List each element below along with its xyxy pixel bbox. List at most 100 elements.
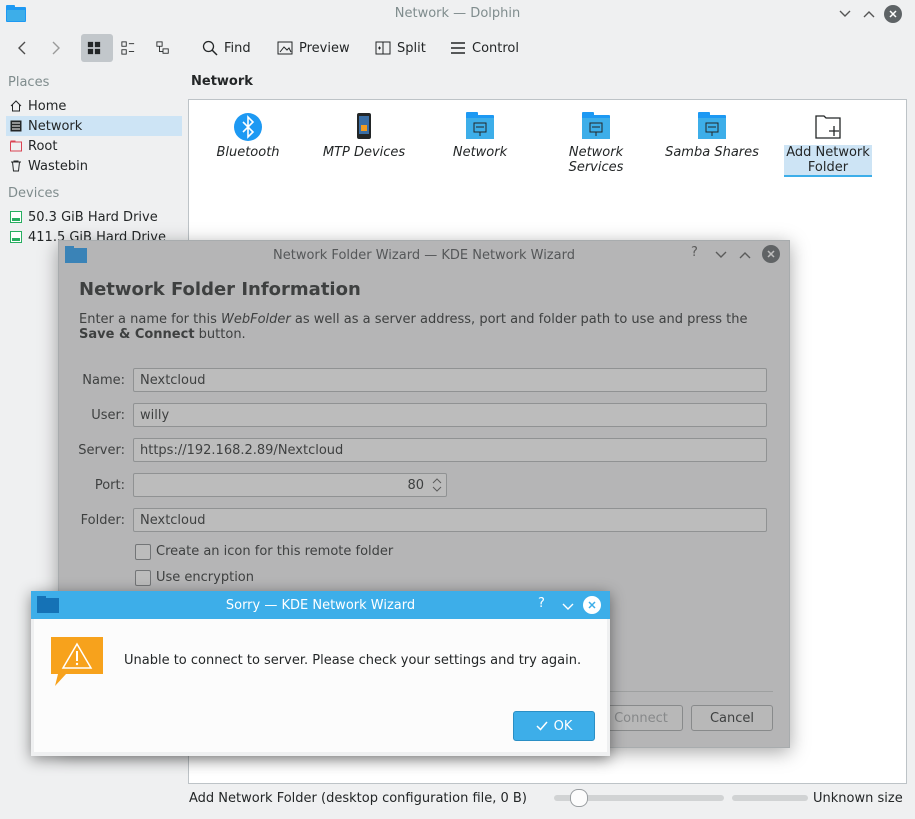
details-view-button[interactable] xyxy=(150,34,182,62)
status-text: Add Network Folder (desktop configuratio… xyxy=(189,791,527,806)
close-button[interactable] xyxy=(884,5,902,23)
toolbar: Find Preview Split Control xyxy=(0,30,915,66)
file-item-label: Add Network Folder xyxy=(784,145,872,177)
window-title: Network — Dolphin xyxy=(394,6,521,21)
close-icon xyxy=(889,10,897,18)
cancel-button[interactable]: Cancel xyxy=(691,705,773,731)
wizard-app-icon xyxy=(65,246,87,268)
network-icon xyxy=(10,120,22,132)
connect-button[interactable]: Connect xyxy=(599,705,683,731)
file-item-bluetooth[interactable]: Bluetooth xyxy=(193,112,303,160)
wizard-titlebar: Network Folder Wizard — KDE Network Wiza… xyxy=(59,241,789,269)
split-icon xyxy=(375,41,391,55)
preview-button[interactable]: Preview xyxy=(271,34,356,62)
main-titlebar: Network — Dolphin xyxy=(0,0,915,28)
status-bar: Add Network Folder (desktop configuratio… xyxy=(0,786,915,814)
wizard-maximize-button[interactable] xyxy=(739,248,751,263)
chevron-left-icon xyxy=(18,41,26,55)
preview-label: Preview xyxy=(299,40,350,56)
ok-label: OK xyxy=(553,718,573,734)
icons-view-icon xyxy=(87,41,101,55)
checkmark-icon xyxy=(536,721,548,731)
error-help-button[interactable]: ? xyxy=(538,596,545,611)
back-button[interactable] xyxy=(10,34,40,62)
wizard-close-button[interactable] xyxy=(762,245,780,263)
file-item-network-services[interactable]: Network Services xyxy=(541,112,651,175)
create-icon-checkbox[interactable] xyxy=(135,544,151,560)
network-folder-icon xyxy=(582,112,610,139)
sidebar-item-drive-1[interactable]: 50.3 GiB Hard Drive xyxy=(6,207,182,227)
error-close-button[interactable] xyxy=(583,596,601,614)
sidebar-item-label: Home xyxy=(28,98,67,114)
bluetooth-icon xyxy=(234,113,262,141)
error-dialog-app-icon xyxy=(37,596,59,618)
file-item-add-network-folder[interactable]: Add Network Folder xyxy=(773,112,883,177)
hard-drive-icon xyxy=(10,211,22,223)
sidebar-item-label: Root xyxy=(28,138,58,154)
file-item-label: Network xyxy=(452,145,508,160)
error-minimize-button[interactable] xyxy=(562,600,574,615)
maximize-button[interactable] xyxy=(860,5,878,23)
compact-view-icon xyxy=(121,41,135,55)
user-field[interactable]: willy xyxy=(133,403,767,427)
name-label: Name: xyxy=(82,373,125,388)
wizard-help-button[interactable]: ? xyxy=(691,245,698,260)
network-folder-icon xyxy=(698,112,726,139)
location-label: Network xyxy=(191,74,253,89)
trash-icon xyxy=(11,160,21,172)
port-spinbox[interactable]: 80 xyxy=(133,473,447,497)
sidebar-item-home[interactable]: Home xyxy=(6,96,182,116)
wizard-description: Enter a name for this WebFolder as well … xyxy=(79,312,748,342)
error-dialog: Sorry — KDE Network Wizard ? Unable to c… xyxy=(31,591,610,756)
minimize-button[interactable] xyxy=(836,5,854,23)
hard-drive-icon xyxy=(10,231,22,243)
root-folder-icon xyxy=(10,140,22,152)
spinbox-arrows-icon xyxy=(432,478,442,492)
file-item-label: Samba Shares xyxy=(665,145,759,160)
encryption-checkbox[interactable] xyxy=(135,570,151,586)
server-field[interactable]: https://192.168.2.89/Nextcloud xyxy=(133,438,767,462)
sidebar-item-wastebin[interactable]: Wastebin xyxy=(6,156,182,176)
name-field[interactable]: Nextcloud xyxy=(133,368,767,392)
error-dialog-title: Sorry — KDE Network Wizard xyxy=(225,597,416,613)
file-item-samba-shares[interactable]: Samba Shares xyxy=(657,112,767,160)
file-item-label: Network Services xyxy=(568,145,624,175)
zoom-slider-handle[interactable] xyxy=(570,789,588,807)
menu-icon xyxy=(451,42,465,54)
control-button[interactable]: Control xyxy=(444,34,525,62)
find-button[interactable]: Find xyxy=(196,34,257,62)
wizard-minimize-button[interactable] xyxy=(715,248,727,263)
compact-view-button[interactable] xyxy=(115,34,147,62)
user-label: User: xyxy=(91,408,125,423)
file-item-mtp-devices[interactable]: MTP Devices xyxy=(309,112,419,160)
split-button[interactable]: Split xyxy=(369,34,432,62)
space-info-bar xyxy=(732,795,808,801)
zoom-slider[interactable] xyxy=(554,789,724,807)
error-dialog-titlebar: Sorry — KDE Network Wizard xyxy=(31,591,610,619)
sidebar-item-network[interactable]: Network xyxy=(6,116,182,136)
add-folder-icon xyxy=(815,115,841,139)
sidebar-item-root[interactable]: Root xyxy=(6,136,182,156)
sidebar-item-label: Network xyxy=(28,118,83,134)
wizard-heading: Network Folder Information xyxy=(79,279,361,300)
sidebar-item-label: 50.3 GiB Hard Drive xyxy=(28,209,158,225)
control-label: Control xyxy=(472,40,519,56)
network-folder-icon xyxy=(466,112,494,139)
split-label: Split xyxy=(397,40,426,56)
forward-button[interactable] xyxy=(44,34,74,62)
search-icon xyxy=(202,40,218,56)
folder-field[interactable]: Nextcloud xyxy=(133,508,767,532)
home-icon xyxy=(10,100,22,112)
error-message: Unable to connect to server. Please chec… xyxy=(124,653,582,668)
icons-view-button[interactable] xyxy=(81,34,113,62)
server-label: Server: xyxy=(78,443,125,458)
close-icon xyxy=(767,250,775,258)
ok-button[interactable]: OK xyxy=(513,711,595,741)
details-view-icon xyxy=(156,41,169,54)
file-item-label: Bluetooth xyxy=(216,145,280,160)
space-info-text: Unknown size xyxy=(813,791,903,806)
close-icon xyxy=(588,601,596,609)
file-item-network[interactable]: Network xyxy=(425,112,535,160)
mtp-device-icon xyxy=(357,113,371,139)
devices-heading: Devices xyxy=(8,186,60,201)
